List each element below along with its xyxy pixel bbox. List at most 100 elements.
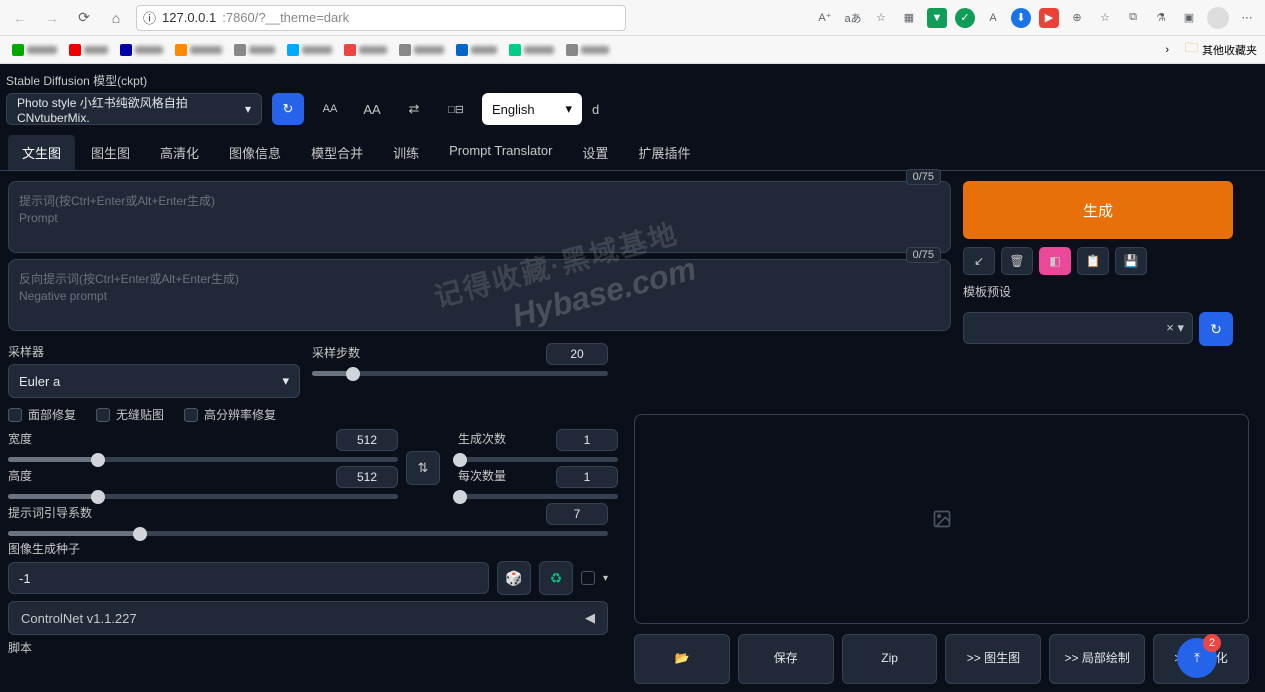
hires-checkbox[interactable]: 高分辨率修复 bbox=[184, 406, 276, 423]
bookmarks-overflow-icon[interactable]: › bbox=[1165, 44, 1169, 56]
home-icon[interactable]: ⌂ bbox=[104, 6, 128, 30]
batch-size-slider[interactable] bbox=[458, 494, 618, 499]
output-image[interactable] bbox=[634, 414, 1249, 624]
width-slider[interactable] bbox=[8, 457, 398, 462]
tab-extensions[interactable]: 扩展插件 bbox=[624, 135, 704, 170]
preset-select[interactable]: × ▾ bbox=[963, 312, 1193, 344]
batch-count-slider[interactable] bbox=[458, 457, 618, 462]
forward-icon[interactable]: → bbox=[40, 6, 64, 30]
seed-input[interactable]: -1 bbox=[8, 562, 489, 594]
tab-settings[interactable]: 设置 bbox=[568, 135, 622, 170]
tab-txt2img[interactable]: 文生图 bbox=[8, 135, 75, 170]
ext-app-icon[interactable]: ▣ bbox=[1179, 8, 1199, 28]
face-restore-checkbox[interactable]: 面部修复 bbox=[8, 406, 76, 423]
save-style-button[interactable]: 💾 bbox=[1115, 247, 1147, 275]
open-folder-button[interactable]: 📂 bbox=[634, 634, 730, 684]
image-placeholder-icon bbox=[932, 509, 952, 529]
refresh-preset-button[interactable]: ↻ bbox=[1199, 312, 1233, 346]
back-icon[interactable]: ← bbox=[8, 6, 32, 30]
bookmark-item[interactable] bbox=[283, 44, 336, 56]
styles-button[interactable]: ◧ bbox=[1039, 247, 1071, 275]
ext-green-icon[interactable]: ✓ bbox=[955, 8, 975, 28]
bookmark-item[interactable] bbox=[505, 44, 558, 56]
clipboard-button[interactable]: 📋 bbox=[1077, 247, 1109, 275]
refresh-models-button[interactable]: ↻ bbox=[272, 93, 304, 125]
bookmark-item[interactable] bbox=[116, 44, 167, 56]
height-value[interactable]: 512 bbox=[336, 466, 398, 488]
controlnet-accordion[interactable]: ControlNet v1.1.227 ◀ bbox=[8, 601, 608, 635]
steps-label: 采样步数 bbox=[312, 344, 360, 361]
height-slider[interactable] bbox=[8, 494, 398, 499]
generate-button[interactable]: 生成 bbox=[963, 181, 1233, 239]
clear-icon[interactable]: × ▾ bbox=[1166, 320, 1184, 336]
save-button[interactable]: 保存 bbox=[738, 634, 834, 684]
tiling-checkbox[interactable]: 无缝贴图 bbox=[96, 406, 164, 423]
tab-pnginfo[interactable]: 图像信息 bbox=[215, 135, 295, 170]
ext-download-icon[interactable]: ⬇ bbox=[1011, 8, 1031, 28]
arrow-tool-button[interactable]: ↙ bbox=[963, 247, 995, 275]
extra-seed-checkbox[interactable] bbox=[581, 571, 595, 585]
language-select[interactable]: English ▾ bbox=[482, 93, 582, 125]
bookmark-item[interactable] bbox=[65, 44, 112, 56]
model-checkpoint-select[interactable]: Photo style 小红书纯欲风格自拍 CNvtuberMix. ▾ bbox=[6, 93, 262, 125]
bookmark-item[interactable] bbox=[171, 44, 226, 56]
tab-extras[interactable]: 高清化 bbox=[146, 135, 213, 170]
bookmark-item[interactable] bbox=[8, 44, 61, 56]
zip-button[interactable]: Zip bbox=[842, 634, 938, 684]
reuse-seed-button[interactable]: ♻ bbox=[539, 561, 573, 595]
shield-icon[interactable]: ▼ bbox=[927, 8, 947, 28]
swap-dims-button[interactable]: ⇅ bbox=[406, 451, 440, 485]
batch-size-value[interactable]: 1 bbox=[556, 466, 618, 488]
random-seed-button[interactable]: 🎲 bbox=[497, 561, 531, 595]
notification-badge: 2 bbox=[1203, 634, 1221, 652]
ext-collections-icon[interactable]: ⧉ bbox=[1123, 8, 1143, 28]
extensions-icon[interactable]: ⊕ bbox=[1067, 8, 1087, 28]
tab-train[interactable]: 训练 bbox=[379, 135, 433, 170]
text-size-small-icon[interactable]: AA bbox=[314, 93, 346, 125]
batch-size-label: 每次数量 bbox=[458, 467, 506, 484]
clear-button[interactable]: 🗑 bbox=[1001, 247, 1033, 275]
avatar[interactable] bbox=[1207, 7, 1229, 29]
width-value[interactable]: 512 bbox=[336, 429, 398, 451]
bookmark-item[interactable] bbox=[562, 44, 613, 56]
text-size-large-icon[interactable]: AA bbox=[356, 93, 388, 125]
refresh-icon[interactable]: ⟳ bbox=[72, 6, 96, 30]
translate-icon[interactable]: □⊟ bbox=[440, 93, 472, 125]
ext-performance-icon[interactable]: ⚗ bbox=[1151, 8, 1171, 28]
favorites-bar-icon[interactable]: ☆ bbox=[1095, 8, 1115, 28]
steps-value[interactable]: 20 bbox=[546, 343, 608, 365]
other-bookmarks-label[interactable]: 其他收藏夹 bbox=[1202, 42, 1257, 58]
chevron-down-icon[interactable]: ▾ bbox=[603, 573, 608, 584]
ext-a-icon[interactable]: A bbox=[983, 8, 1003, 28]
favorite-icon[interactable]: ☆ bbox=[871, 8, 891, 28]
steps-slider[interactable] bbox=[312, 371, 608, 376]
bookmark-item[interactable] bbox=[452, 44, 501, 56]
send-inpaint-button[interactable]: >> 局部绘制 bbox=[1049, 634, 1145, 684]
sampler-select[interactable]: Euler a ▾ bbox=[8, 364, 300, 398]
tab-checkpoint-merger[interactable]: 模型合并 bbox=[297, 135, 377, 170]
translate-icon[interactable]: aあ bbox=[843, 8, 863, 28]
ext-youtube-icon[interactable]: ▶ bbox=[1039, 8, 1059, 28]
read-aloud-icon[interactable]: A⁺ bbox=[815, 8, 835, 28]
floating-upload-button[interactable]: ⤒ 2 bbox=[1177, 638, 1217, 678]
tabs: 文生图 图生图 高清化 图像信息 模型合并 训练 Prompt Translat… bbox=[0, 135, 1265, 171]
tab-img2img[interactable]: 图生图 bbox=[77, 135, 144, 170]
more-icon[interactable]: ⋯ bbox=[1237, 8, 1257, 28]
cfg-slider[interactable] bbox=[8, 531, 608, 536]
collections-icon[interactable]: ▦ bbox=[899, 8, 919, 28]
tab-prompt-translator[interactable]: Prompt Translator bbox=[435, 135, 566, 170]
batch-count-value[interactable]: 1 bbox=[556, 429, 618, 451]
negative-prompt-textarea[interactable]: 反向提示词(按Ctrl+Enter或Alt+Enter生成) Negative … bbox=[8, 259, 951, 331]
preset-label: 模板预设 bbox=[963, 283, 1233, 300]
triangle-left-icon: ◀ bbox=[585, 610, 595, 626]
d-label: d bbox=[592, 102, 599, 117]
swap-lang-icon[interactable]: ⇄ bbox=[398, 93, 430, 125]
bookmark-item[interactable] bbox=[395, 44, 448, 56]
cfg-value[interactable]: 7 bbox=[546, 503, 608, 525]
prompt-textarea[interactable]: 提示词(按Ctrl+Enter或Alt+Enter生成) Prompt bbox=[8, 181, 951, 253]
prompt-placeholder-1: 提示词(按Ctrl+Enter或Alt+Enter生成) bbox=[19, 194, 215, 208]
send-img2img-button[interactable]: >> 图生图 bbox=[945, 634, 1041, 684]
bookmark-item[interactable] bbox=[230, 44, 279, 56]
address-bar[interactable]: ⓘ 127.0.0.1:7860/?__theme=dark bbox=[136, 5, 626, 31]
bookmark-item[interactable] bbox=[340, 44, 391, 56]
